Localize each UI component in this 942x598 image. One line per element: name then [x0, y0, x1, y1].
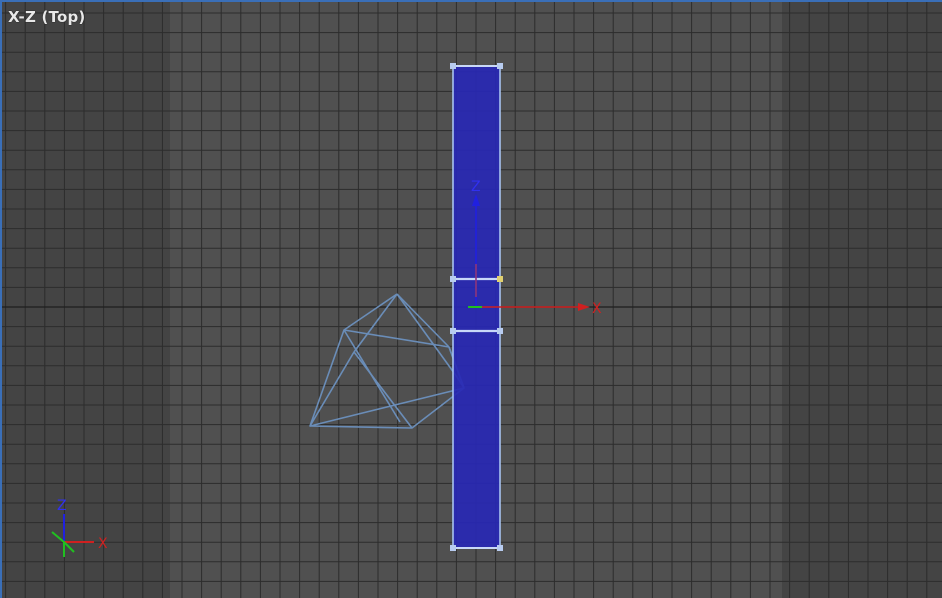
gizmo-z-label: Z — [471, 179, 481, 195]
gizmo-x-label: X — [592, 301, 602, 317]
viewport-top[interactable]: X-Z (Top) Z X Z X — [0, 0, 942, 598]
camera-wireframe-icon[interactable] — [309, 293, 465, 429]
corner-z-label: Z — [57, 498, 67, 514]
axis-orientation-icon: Z X — [51, 498, 108, 557]
corner-x-label: X — [98, 536, 108, 552]
viewport-label[interactable]: X-Z (Top) — [8, 8, 85, 26]
viewport-scene[interactable]: Z X Z X — [2, 2, 942, 598]
